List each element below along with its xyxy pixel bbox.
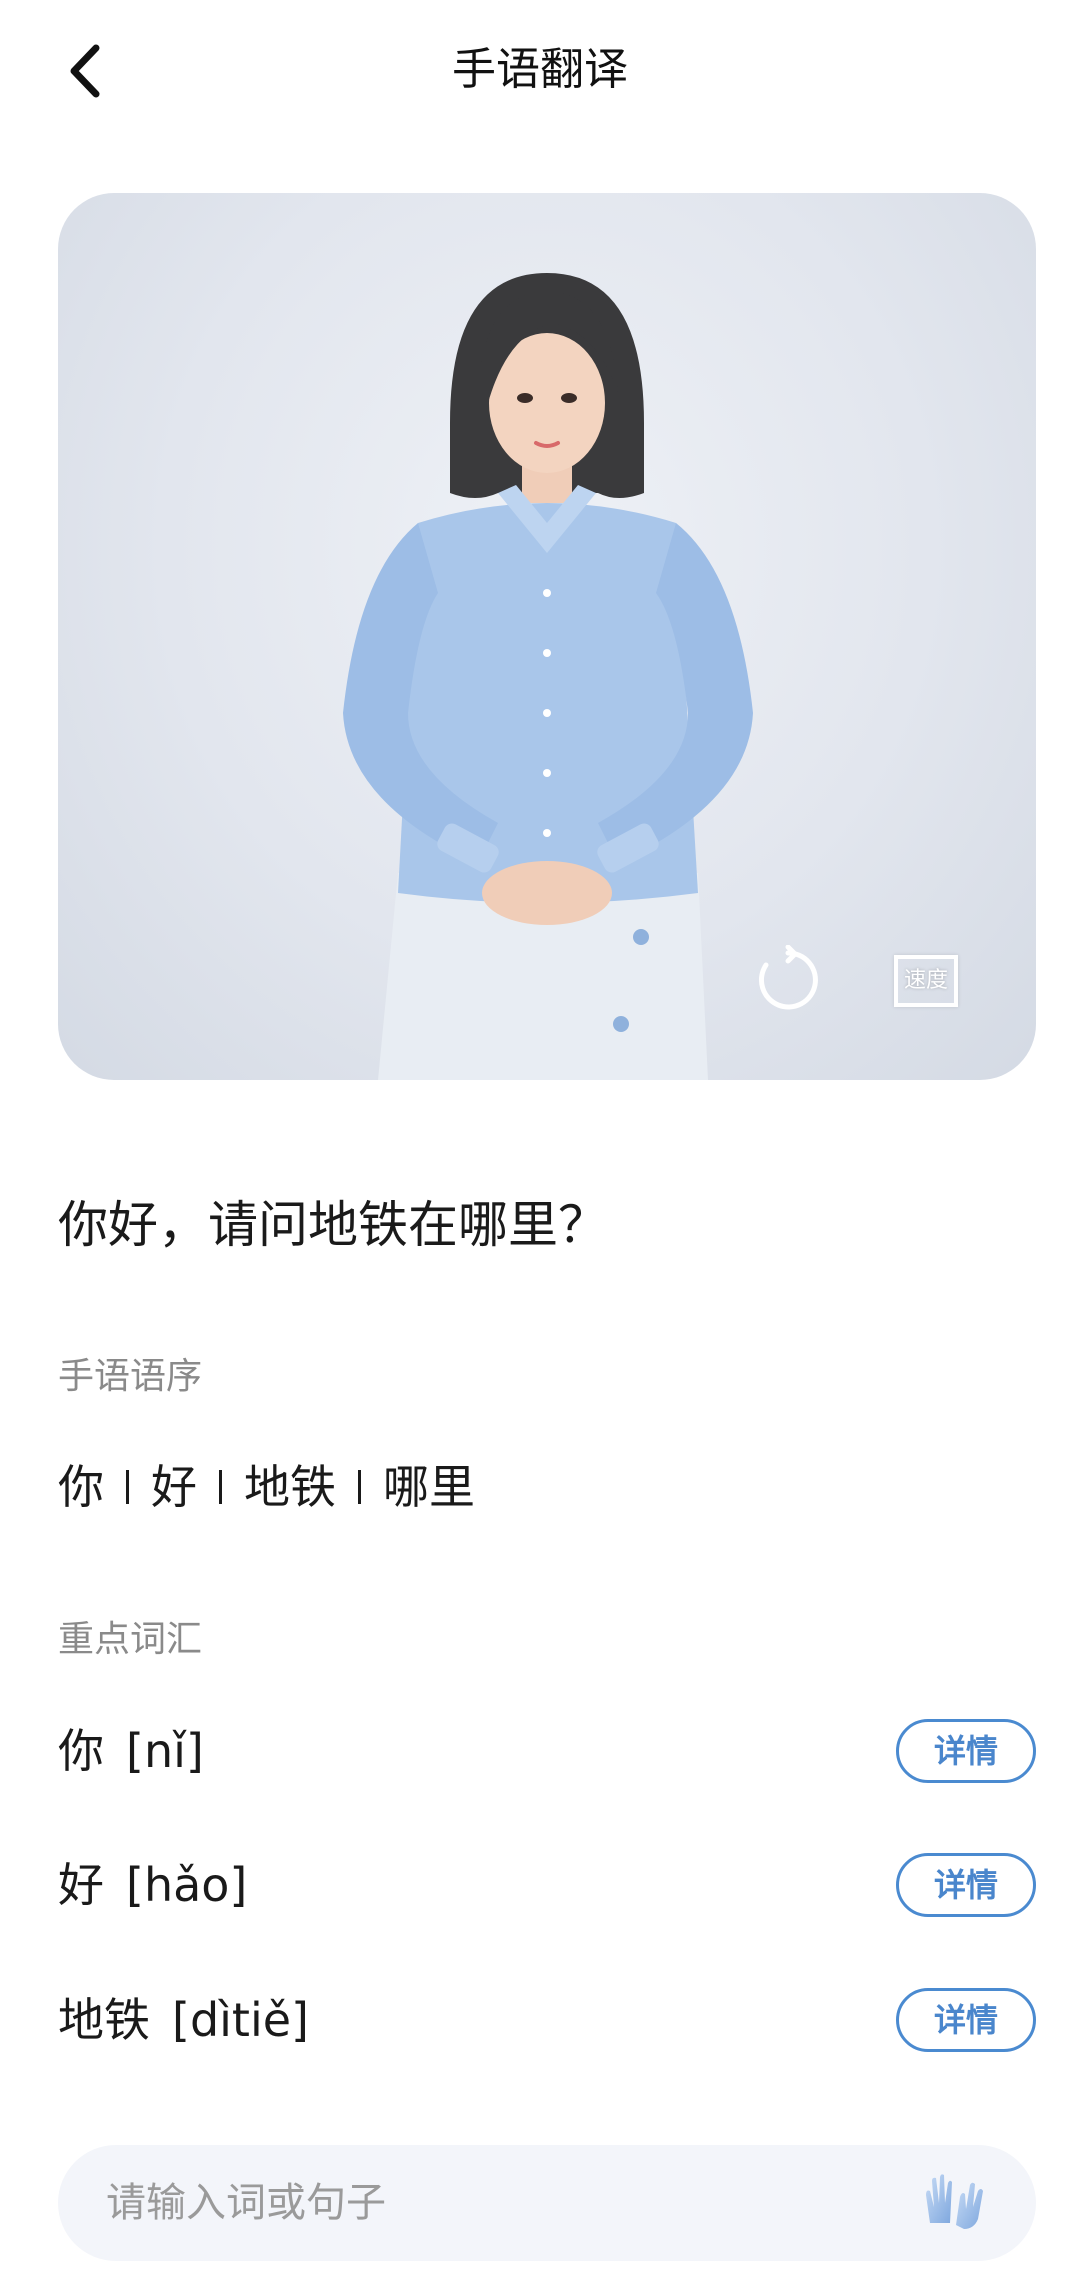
vocab-row: 好 [hǎo] 详情 — [58, 1850, 1036, 1920]
detail-button[interactable]: 详情 — [896, 1988, 1036, 2052]
vocab-pinyin: [hǎo] — [126, 1858, 248, 1912]
separator — [219, 1470, 222, 1504]
sign-language-avatar-view[interactable]: 速度 — [58, 193, 1036, 1080]
text-input-bar — [58, 2145, 1036, 2261]
sign-word: 你 — [58, 1460, 104, 1514]
replay-icon — [758, 944, 818, 1010]
vocab-word: 地铁 — [58, 1993, 150, 2047]
header-bar: 手语翻译 — [0, 0, 1080, 140]
detail-button[interactable]: 详情 — [896, 1719, 1036, 1783]
vocab-entry: 好 [hǎo] — [58, 1853, 247, 1917]
detail-button[interactable]: 详情 — [896, 1853, 1036, 1917]
vocab-word: 好 — [58, 1858, 104, 1912]
sign-input-button[interactable] — [920, 2173, 986, 2233]
vocab-pinyin: [dìtiě] — [172, 1993, 309, 2047]
translated-sentence: 你好，请问地铁在哪里？ — [58, 1196, 608, 1254]
sign-order-label: 手语语序 — [58, 1356, 203, 1397]
vocab-word: 你 — [58, 1724, 104, 1778]
page-title: 手语翻译 — [452, 44, 628, 95]
separator — [126, 1470, 129, 1504]
sign-word: 地铁 — [244, 1460, 336, 1514]
vocab-row: 地铁 [dìtiě] 详情 — [58, 1985, 1036, 2055]
vocab-row: 你 [nǐ] 详情 — [58, 1716, 1036, 1786]
vocab-pinyin: [nǐ] — [126, 1724, 204, 1778]
vocab-entry: 你 [nǐ] — [58, 1719, 204, 1783]
vocab-entry: 地铁 [dìtiě] — [58, 1988, 309, 2052]
avatar-figure — [343, 273, 753, 1080]
speed-button[interactable]: 速度 — [894, 955, 958, 1007]
separator — [358, 1470, 361, 1504]
sign-language-hands-icon — [926, 2174, 983, 2229]
sign-order-sequence: 你 好 地铁 哪里 — [58, 1455, 475, 1519]
key-vocabulary-label: 重点词汇 — [58, 1619, 203, 1660]
replay-button[interactable] — [753, 944, 823, 1015]
sign-word: 好 — [151, 1460, 197, 1514]
word-sentence-input[interactable] — [58, 2179, 888, 2227]
sign-word: 哪里 — [383, 1460, 475, 1514]
